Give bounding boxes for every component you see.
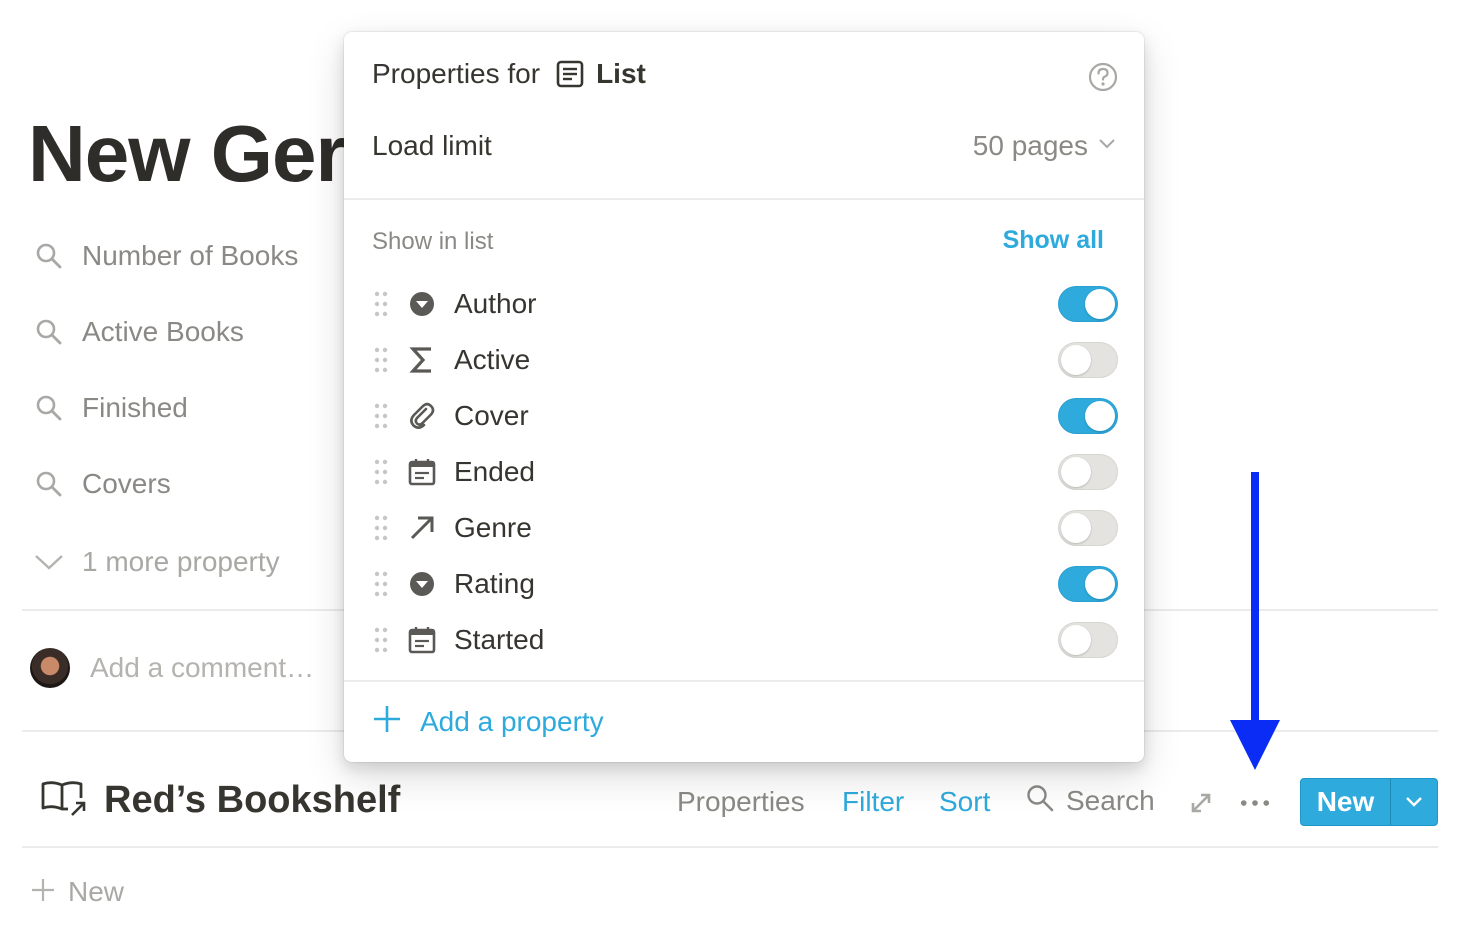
comment-input[interactable]: Add a comment… — [90, 652, 314, 684]
property-name: Cover — [454, 400, 529, 431]
property-item-cover[interactable]: Cover — [370, 394, 1118, 438]
property-finished[interactable]: Finished — [34, 388, 188, 428]
load-limit-select[interactable]: 50 pages — [973, 130, 1116, 162]
property-name: Ended — [454, 456, 535, 487]
visibility-toggle[interactable] — [1058, 342, 1118, 378]
popup-header-prefix: Properties for — [372, 58, 541, 89]
drag-handle-icon[interactable] — [370, 403, 392, 429]
property-name: Genre — [454, 512, 532, 543]
help-icon[interactable] — [1088, 62, 1118, 92]
database-title-text: Red’s Bookshelf — [104, 779, 401, 821]
database-title[interactable]: Red’s Bookshelf — [40, 778, 400, 823]
visibility-toggle[interactable] — [1058, 510, 1118, 546]
new-button-label[interactable]: New — [1301, 779, 1391, 825]
property-item-genre[interactable]: Genre — [370, 506, 1118, 550]
property-item-rating[interactable]: Rating — [370, 562, 1118, 606]
plus-icon — [30, 877, 56, 908]
comment-bar[interactable]: Add a comment… — [30, 648, 314, 688]
property-name: Started — [454, 624, 545, 655]
add-property-label: Add a property — [420, 705, 604, 737]
search-icon — [34, 469, 64, 499]
visibility-toggle[interactable] — [1058, 622, 1118, 658]
drag-handle-icon[interactable] — [370, 571, 392, 597]
visibility-toggle[interactable] — [1058, 398, 1118, 434]
chevron-down-icon[interactable] — [1391, 779, 1437, 825]
property-name: Active — [454, 344, 531, 375]
drag-handle-icon[interactable] — [370, 627, 392, 653]
property-number-of-books[interactable]: Number of Books — [34, 236, 298, 276]
select-icon — [406, 288, 438, 320]
drag-handle-icon[interactable] — [370, 515, 392, 541]
search-icon — [34, 393, 64, 423]
load-limit-label: Load limit — [372, 130, 492, 161]
new-button[interactable]: New — [1300, 778, 1438, 826]
property-active-books[interactable]: Active Books — [34, 312, 244, 352]
calendar-icon — [406, 624, 438, 656]
section-label: Show in list — [372, 228, 494, 255]
search-icon — [1026, 784, 1054, 817]
sort-button[interactable]: Sort — [939, 786, 990, 818]
list-view-icon — [556, 60, 584, 88]
load-limit-value: 50 pages — [972, 130, 1088, 161]
visibility-toggle[interactable] — [1058, 454, 1118, 490]
page-title: New Ger — [28, 109, 347, 198]
view-name: List — [596, 58, 646, 89]
chevron-down-icon — [1098, 137, 1116, 155]
calendar-icon — [406, 456, 438, 488]
more-properties-toggle[interactable]: 1 more property — [34, 542, 280, 582]
properties-button[interactable]: Properties — [677, 786, 805, 818]
property-item-author[interactable]: Author — [370, 282, 1118, 326]
property-item-ended[interactable]: Ended — [370, 450, 1118, 494]
annotation-arrow — [1230, 472, 1280, 770]
more-properties-label: 1 more property — [82, 546, 280, 577]
avatar — [30, 648, 70, 688]
property-label: Active Books — [82, 316, 244, 347]
property-label: Number of Books — [82, 240, 299, 271]
filter-button[interactable]: Filter — [842, 786, 904, 818]
plus-icon — [372, 704, 402, 739]
search-icon — [34, 317, 64, 347]
formula-icon — [406, 344, 438, 376]
select-icon — [406, 568, 438, 600]
search-label: Search — [1066, 784, 1155, 816]
chevron-down-icon — [34, 547, 64, 577]
relation-arrow-icon — [406, 512, 438, 544]
visibility-toggle[interactable] — [1058, 566, 1118, 602]
drag-handle-icon[interactable] — [370, 459, 392, 485]
search-icon — [34, 241, 64, 271]
property-item-started[interactable]: Started — [370, 618, 1118, 662]
divider — [344, 198, 1144, 200]
property-name: Rating — [454, 568, 535, 599]
database-header: Red’s Bookshelf Properties Filter Sort S… — [22, 772, 1438, 832]
property-name: Author — [454, 288, 537, 319]
property-label: Finished — [82, 392, 188, 423]
more-options-icon[interactable] — [1240, 788, 1270, 818]
property-label: Covers — [82, 468, 171, 499]
property-item-active[interactable]: Active — [370, 338, 1118, 382]
search-button[interactable]: Search — [1026, 784, 1155, 817]
paperclip-icon — [406, 400, 438, 432]
drag-handle-icon[interactable] — [370, 291, 392, 317]
expand-icon[interactable] — [1186, 788, 1216, 818]
divider — [344, 680, 1144, 682]
add-new-label: New — [68, 876, 125, 907]
popup-header: Properties for List — [372, 58, 646, 90]
properties-popup: Properties for List Load limit 50 pages … — [344, 32, 1144, 762]
add-new-row[interactable]: New — [30, 876, 124, 908]
property-covers[interactable]: Covers — [34, 464, 171, 504]
show-all-button[interactable]: Show all — [1003, 226, 1104, 255]
add-property-button[interactable]: Add a property — [372, 704, 604, 739]
linked-book-icon — [40, 778, 88, 823]
drag-handle-icon[interactable] — [370, 347, 392, 373]
visibility-toggle[interactable] — [1058, 286, 1118, 322]
divider — [22, 846, 1438, 848]
